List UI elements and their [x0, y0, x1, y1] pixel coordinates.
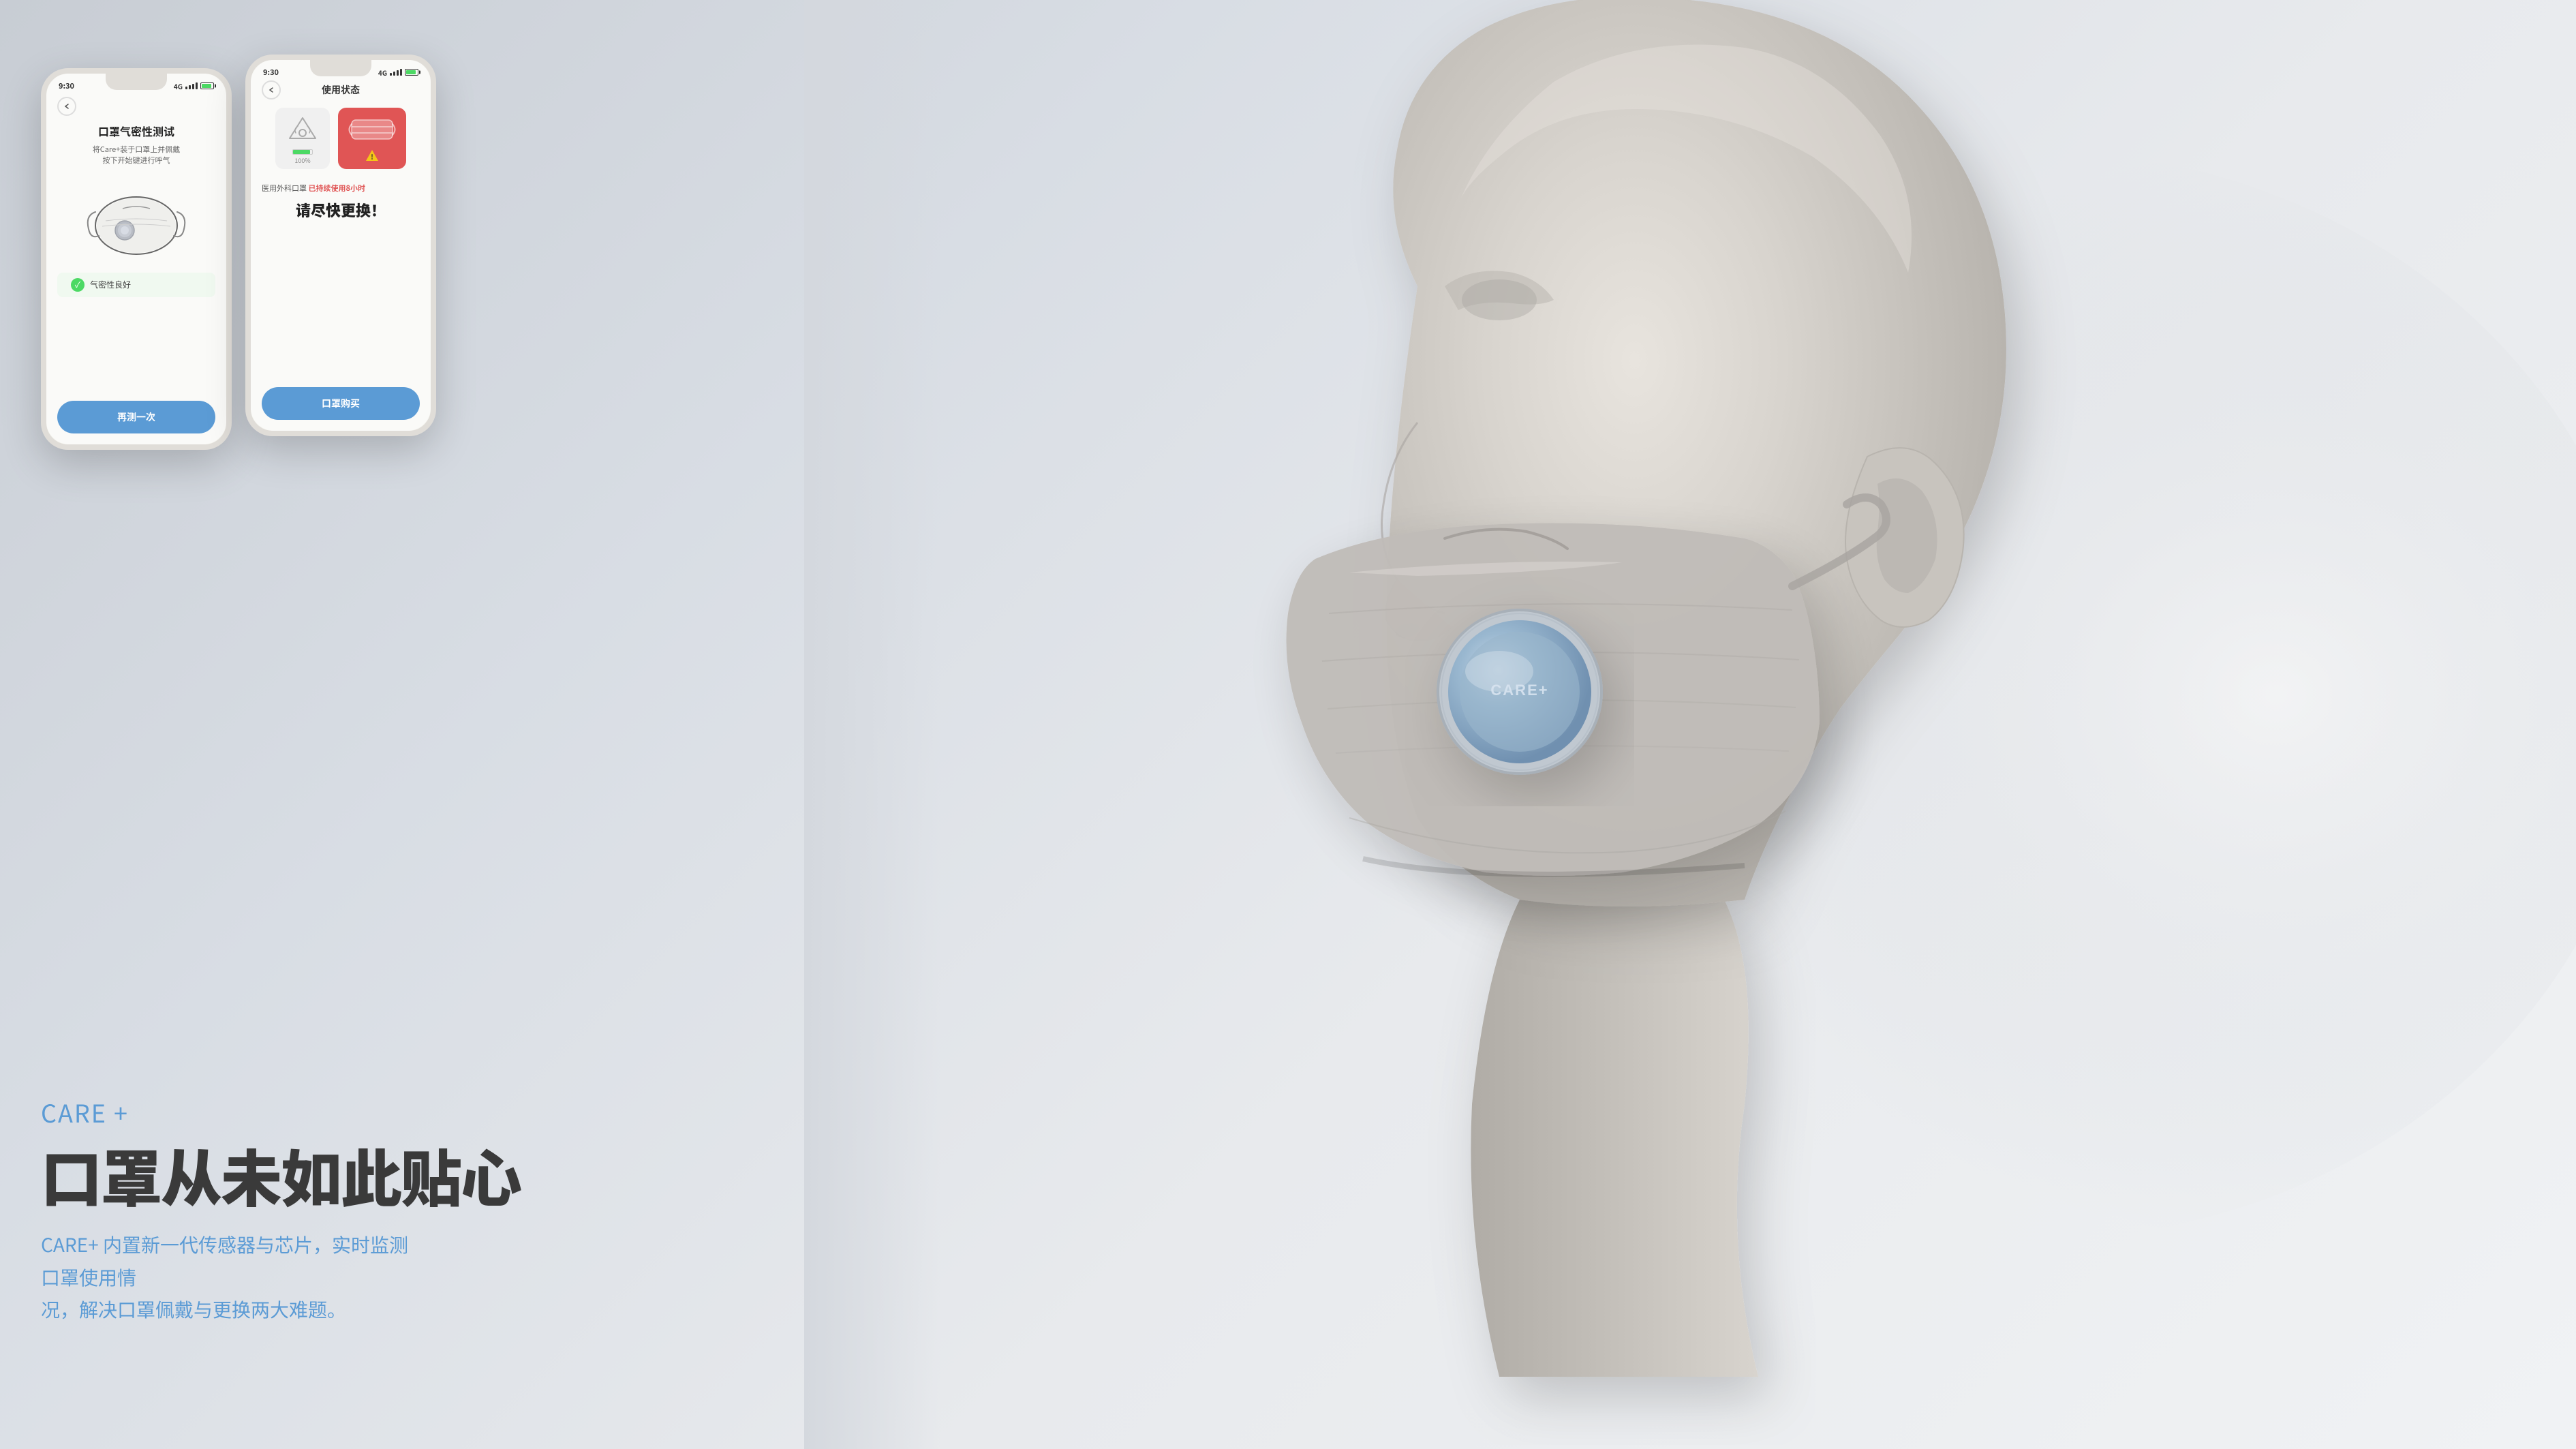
signal-bars-1 [185, 82, 198, 89]
phone-screen-1: 9:30 4G [46, 74, 226, 444]
main-slogan: 口罩从未如此贴心 [41, 1141, 521, 1208]
phone2-header-title: 使用状态 [322, 83, 360, 97]
battery-icon-2 [405, 69, 418, 76]
time-2: 9:30 [263, 67, 279, 78]
status-icons-2: 4G [378, 67, 418, 78]
description-line2: 况，解决口罩佩戴与更换两大难题。 [41, 1296, 346, 1323]
svg-text:!: ! [371, 151, 373, 162]
description-text: CARE+ 内置新一代传感器与芯片，实时监测口罩使用情 况，解决口罩佩戴与更换两… [41, 1229, 423, 1326]
purchase-button[interactable]: 口罩购买 [262, 387, 420, 420]
device-icon-svg [286, 112, 320, 145]
retest-button[interactable]: 再测一次 [57, 401, 215, 433]
right-panel: CARE+ [804, 0, 2576, 1449]
battery-fill-2 [406, 70, 416, 74]
phone-screen-2: 9:30 4G [251, 60, 431, 431]
seal-status-indicator: ✓ 气密性良好 [57, 273, 215, 297]
mask-svg-1 [85, 174, 187, 256]
subtitle-line1: 将Care+装于口罩上并佩戴 [93, 144, 181, 155]
battery-indicator: 100% [292, 149, 313, 165]
signal-bars-2 [390, 69, 402, 76]
battery-percent: 100% [294, 156, 310, 165]
brand-label: CARE + [41, 1095, 521, 1130]
time-1: 9:30 [59, 80, 74, 91]
status-prefix: 医用外科口罩 [262, 183, 307, 194]
status-bar-1: 9:30 4G [46, 74, 226, 94]
main-container: 9:30 4G [0, 0, 2576, 1449]
svg-text:CARE+: CARE+ [1490, 682, 1548, 699]
mask-warning-svg [348, 112, 396, 146]
bar2-p2 [393, 72, 395, 76]
device-icon-card: 100% [275, 108, 330, 169]
bar3 [192, 84, 194, 89]
phone-frame-2: 9:30 4G [245, 55, 436, 436]
signal-label-2: 4G [378, 67, 387, 78]
status-highlight: 已持续使用8小时 [308, 183, 365, 194]
btn-area-2: 口罩购买 [251, 387, 431, 431]
bottom-text-block: CARE + 口罩从未如此贴心 CARE+ 内置新一代传感器与芯片，实时监测口罩… [41, 1095, 521, 1326]
bar4-p2 [400, 69, 402, 76]
battery-bar [292, 149, 313, 155]
head-svg: CARE+ [804, 0, 2576, 1445]
battery-fill-1 [202, 84, 211, 88]
phone2-header: 使用状态 [251, 80, 431, 102]
bar1 [185, 87, 187, 89]
bar4 [196, 82, 198, 89]
warning-triangle-icon: ! [365, 149, 380, 166]
bar1-p2 [390, 73, 392, 76]
description-line1: CARE+ 内置新一代传感器与芯片，实时监测口罩使用情 [41, 1231, 408, 1291]
back-button-1[interactable] [57, 97, 76, 116]
phone2-status-text: 医用外科口罩 已持续使用8小时 [251, 177, 431, 196]
phone-mockup-1: 9:30 4G [41, 68, 232, 450]
phone1-title: 口罩气密性测试 [46, 121, 226, 144]
mask-warning-card: ! [338, 108, 406, 169]
phone2-main-text: 请尽快更换！ [251, 196, 431, 232]
check-icon: ✓ [71, 278, 85, 292]
icon-row: 100% [251, 102, 431, 177]
phone1-nav [46, 94, 226, 121]
status-icons-1: 4G [174, 81, 214, 91]
status-bar-2: 9:30 4G [251, 60, 431, 80]
fade-overlay [804, 0, 940, 1449]
battery-icon-1 [200, 82, 214, 89]
back-button-2[interactable] [262, 80, 281, 100]
phone-frame-1: 9:30 4G [41, 68, 232, 450]
subtitle-line2: 按下开始键进行呼气 [103, 155, 170, 166]
phone1-subtitle: 将Care+装于口罩上并佩戴 按下开始键进行呼气 [46, 144, 226, 174]
battery-bar-fill [293, 150, 310, 154]
bar2 [189, 85, 191, 89]
seal-status-text: 气密性良好 [90, 279, 131, 290]
signal-label-1: 4G [174, 81, 183, 91]
mask-illustration-1 [82, 174, 191, 256]
bar3-p2 [397, 70, 399, 76]
phone-mockup-2: 9:30 4G [245, 55, 436, 436]
btn-area-1: 再测一次 [46, 401, 226, 444]
